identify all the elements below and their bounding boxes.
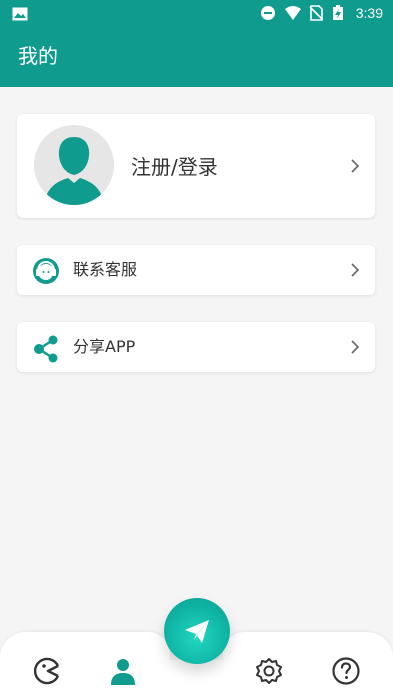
no-sim-icon (308, 5, 324, 21)
nav-background-left (0, 632, 170, 700)
share-icon (31, 333, 61, 363)
do-not-disturb-icon (260, 5, 276, 21)
app-root: 3:39 我的 注册/登录 联系客服 分享APP (0, 0, 393, 700)
login-register-card[interactable]: 注册/登录 (17, 114, 375, 218)
wifi-icon (284, 5, 301, 21)
send-fab-button[interactable] (164, 598, 230, 664)
page-title: 我的 (18, 44, 58, 68)
status-time: 3:39 (355, 5, 383, 21)
customer-service-headset-icon (31, 256, 61, 286)
menu-item-share-app[interactable]: 分享APP (17, 322, 375, 372)
paper-plane-icon (185, 620, 209, 643)
menu-item-customer-service[interactable]: 联系客服 (17, 245, 375, 295)
gear-icon[interactable] (254, 656, 284, 686)
share-app-label: 分享APP (73, 337, 136, 356)
status-icons: 3:39 (260, 3, 383, 23)
login-register-label: 注册/登录 (131, 155, 218, 179)
chevron-right-icon (349, 158, 361, 174)
pacman-home-icon[interactable] (32, 656, 62, 686)
chevron-right-icon (349, 262, 361, 278)
status-bar: 3:39 (0, 0, 393, 26)
app-header: 我的 (0, 26, 393, 87)
user-silhouette-icon (34, 125, 114, 205)
customer-service-label: 联系客服 (73, 260, 138, 279)
chevron-right-icon (349, 339, 361, 355)
nav-background-right (223, 632, 393, 700)
person-icon[interactable] (108, 656, 138, 686)
image-icon (12, 6, 28, 21)
nav-background-center (150, 660, 243, 700)
question-icon[interactable] (331, 656, 361, 686)
battery-charging-icon (332, 5, 348, 21)
